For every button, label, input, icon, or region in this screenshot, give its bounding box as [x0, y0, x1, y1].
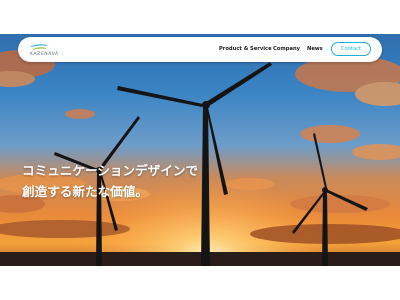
- hero-image: [0, 34, 400, 266]
- wind-logo-icon: [31, 44, 47, 50]
- header-nav-bar: KAZENAVA Product & Service Company News …: [18, 37, 382, 62]
- hero-headline: コミュニケーションデザインで 創造する新たな価値。: [22, 160, 198, 202]
- hero-section: コミュニケーションデザインで 創造する新たな価値。: [0, 34, 400, 266]
- nav-link-news[interactable]: News: [307, 46, 323, 52]
- logo-link[interactable]: KAZENAVA: [30, 42, 66, 58]
- nav-link-company[interactable]: Company: [273, 46, 300, 52]
- hero-headline-line2: 創造する新たな価値。: [22, 184, 148, 199]
- contact-button[interactable]: Contact: [331, 42, 371, 56]
- page: コミュニケーションデザインで 創造する新たな価値。 KAZENAVA Produ…: [0, 0, 400, 300]
- nav-link-product-service[interactable]: Product & Service: [219, 46, 272, 52]
- logo-text: KAZENAVA: [30, 52, 59, 57]
- hero-headline-line1: コミュニケーションデザインで: [22, 163, 199, 178]
